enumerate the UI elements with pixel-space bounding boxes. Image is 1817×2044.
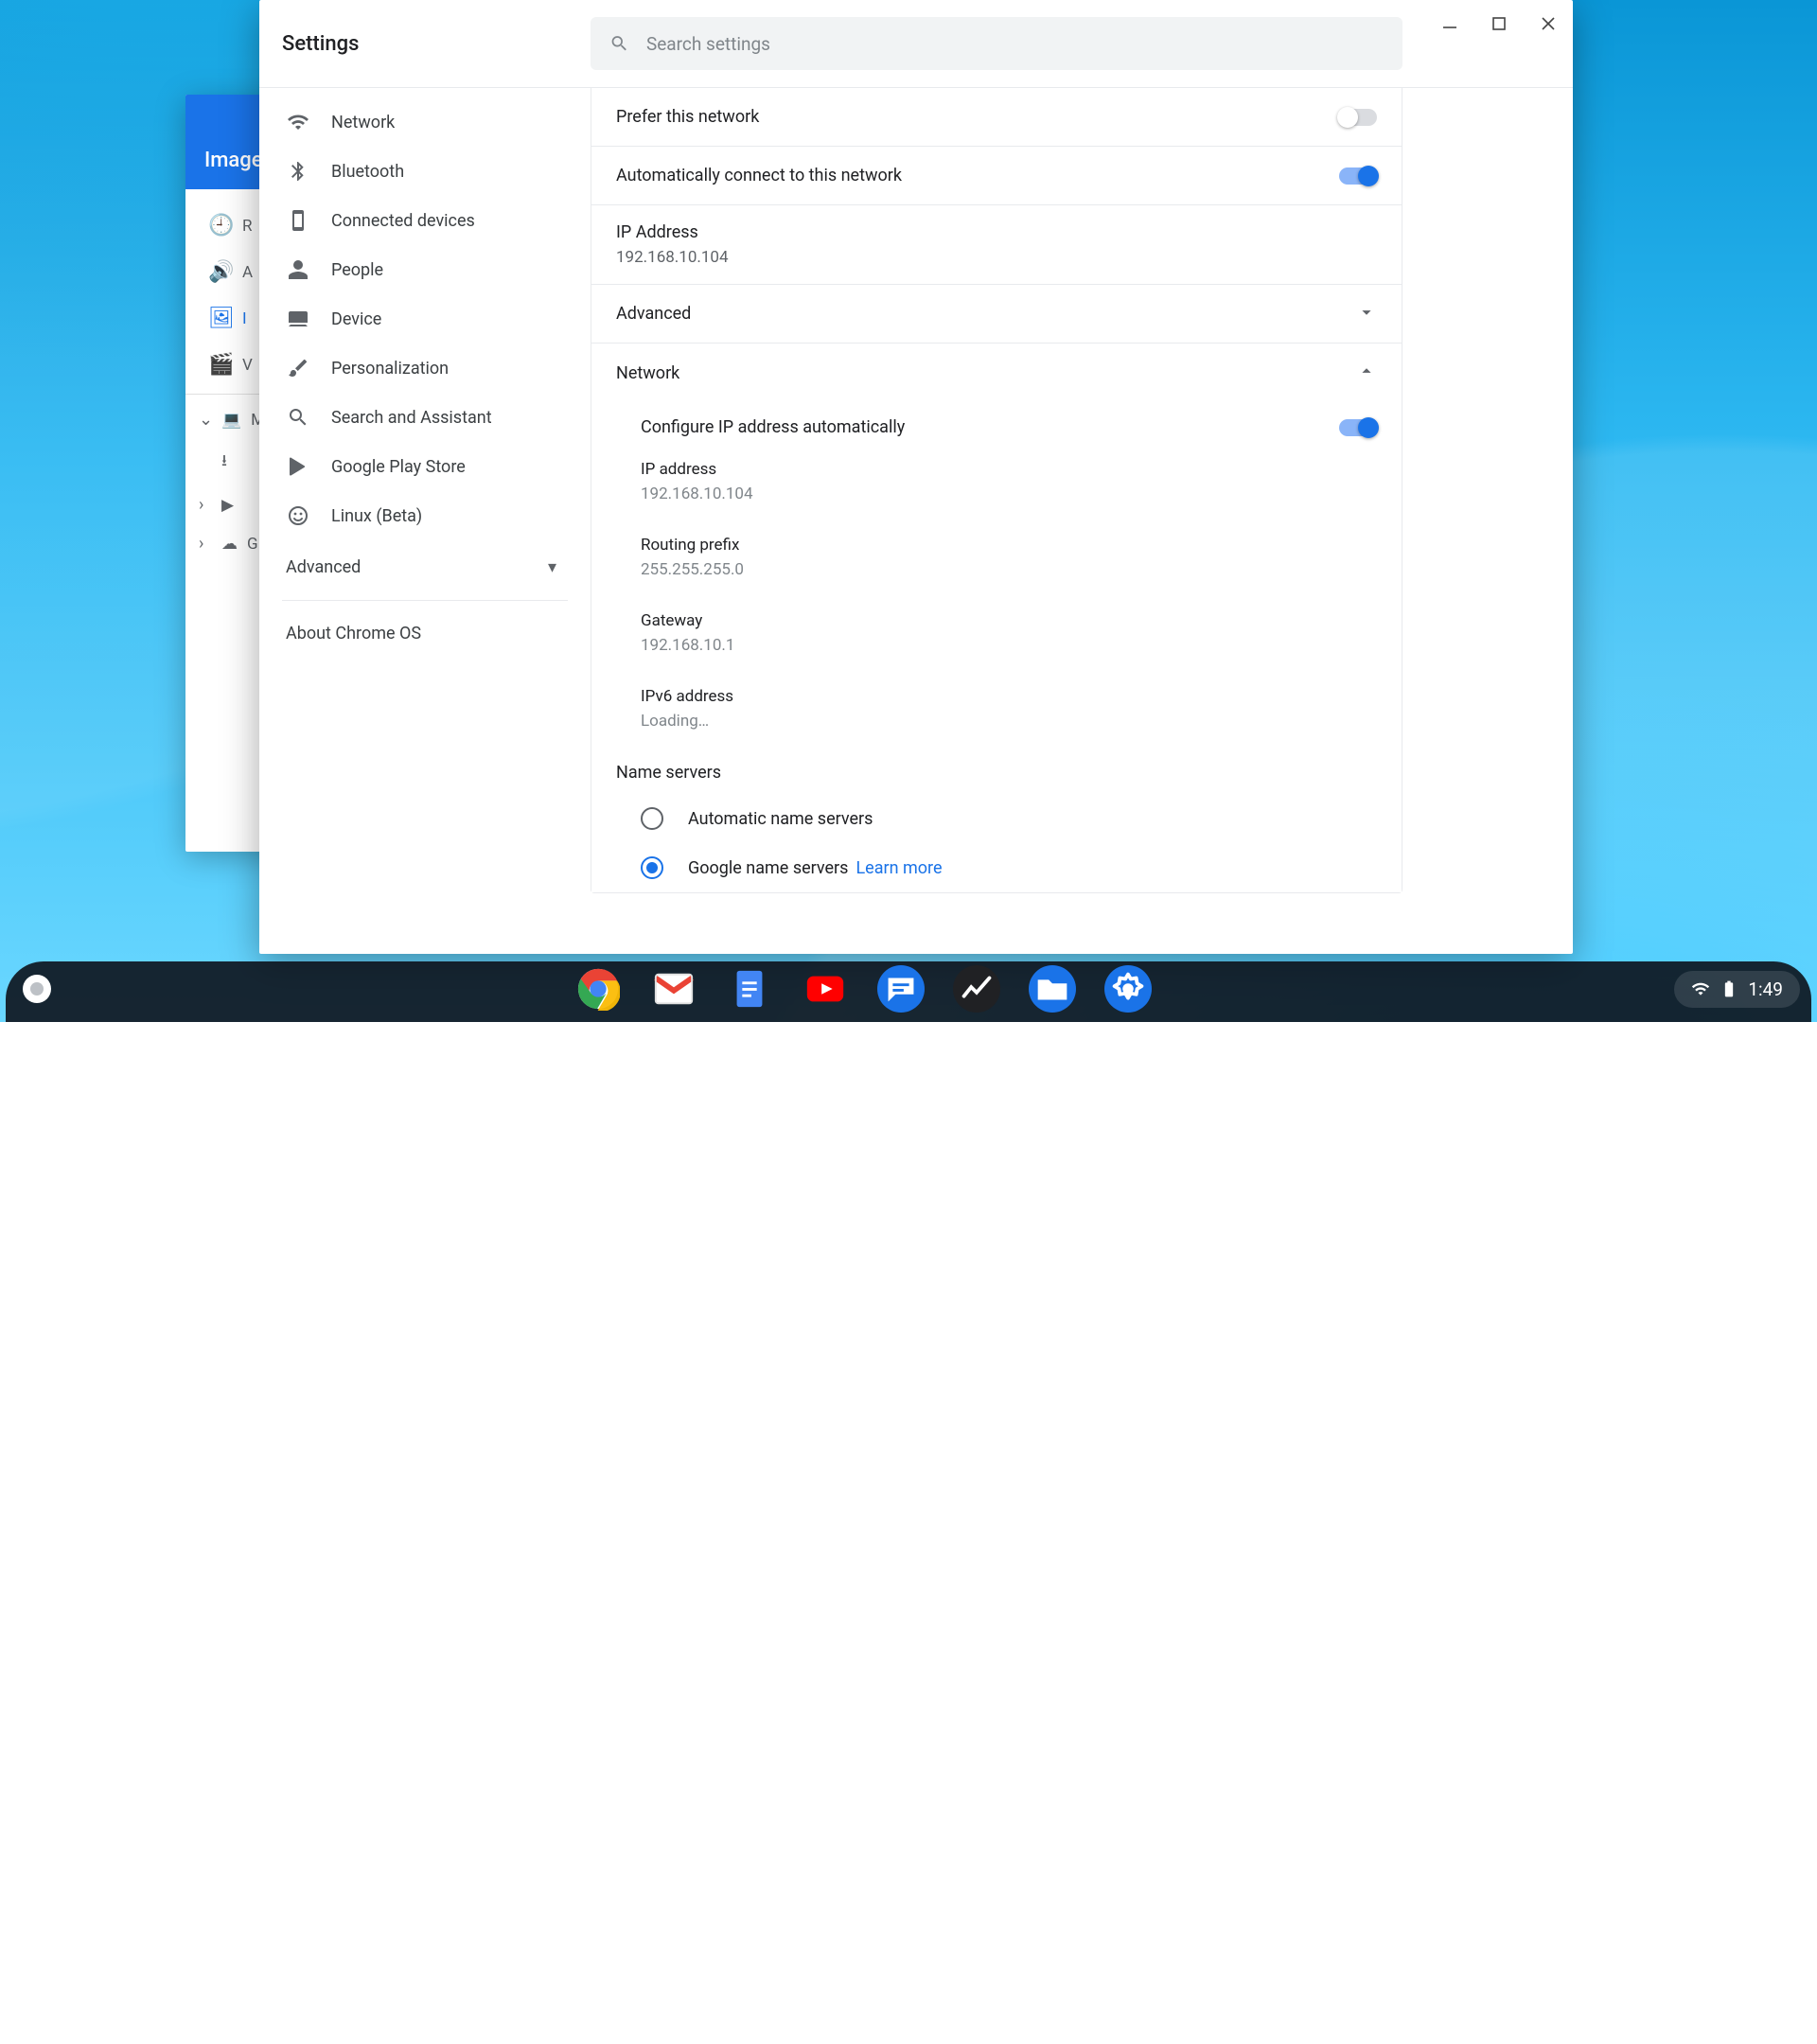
app-gmail[interactable] — [650, 965, 697, 1013]
bluetooth-icon — [286, 160, 310, 183]
drive-icon: ☁ — [221, 535, 238, 554]
search-field[interactable] — [591, 17, 1402, 70]
search-icon — [609, 33, 629, 54]
recent-icon: 🕘 — [208, 214, 229, 238]
wifi-icon — [1691, 979, 1710, 998]
sidebar-advanced[interactable]: Advanced▾ — [259, 540, 591, 594]
sidebar-item-label: Network — [331, 113, 395, 132]
files-item-label: A — [242, 263, 253, 282]
settings-window: Settings Network Bluetooth Connected dev… — [259, 0, 1573, 954]
kv-ipv6: IPv6 addressLoading… — [591, 679, 1402, 738]
minimize-button[interactable] — [1425, 0, 1474, 47]
person-icon — [286, 258, 310, 281]
chevron-right-icon: › — [199, 495, 212, 515]
learn-more-link[interactable]: Learn more — [856, 858, 942, 878]
sidebar-item-people[interactable]: People — [259, 245, 591, 294]
page-title: Settings — [282, 32, 591, 56]
network-subsection: Configure IP address automatically IP ad… — [591, 402, 1402, 892]
download-icon: ⭳ — [221, 449, 227, 476]
maximize-button[interactable] — [1474, 0, 1524, 47]
row-network-expander[interactable]: Network — [591, 344, 1402, 402]
battery-icon — [1720, 979, 1738, 998]
radio-icon — [641, 807, 663, 830]
clock: 1:49 — [1748, 978, 1783, 1000]
sidebar-item-bluetooth[interactable]: Bluetooth — [259, 147, 591, 196]
sidebar-item-label: Connected devices — [331, 211, 475, 231]
files-item-label: I — [242, 309, 247, 328]
row-prefer-network[interactable]: Prefer this network — [591, 88, 1402, 147]
audio-icon: 🔊 — [208, 260, 229, 284]
radio-google-nameservers[interactable]: Google name serversLearn more — [591, 843, 1402, 892]
sidebar-item-label: Google Play Store — [331, 457, 466, 477]
app-stocks[interactable] — [953, 965, 1000, 1013]
phone-icon — [286, 209, 310, 232]
kv-prefix: Routing prefix255.255.255.0 — [591, 528, 1402, 587]
name-servers-heading: Name servers — [591, 738, 1402, 794]
row-auto-connect[interactable]: Automatically connect to this network — [591, 147, 1402, 205]
video-icon: 🎬 — [208, 353, 229, 377]
chevron-down-icon: ⌄ — [199, 410, 212, 430]
sidebar-item-search[interactable]: Search and Assistant — [259, 393, 591, 442]
kv-ip: IP address192.168.10.104 — [591, 452, 1402, 511]
app-settings[interactable] — [1104, 965, 1152, 1013]
search-icon — [286, 406, 310, 429]
sidebar-about[interactable]: About Chrome OS — [259, 607, 591, 661]
row-configure-ip-auto[interactable]: Configure IP address automatically — [591, 402, 1402, 452]
app-files[interactable] — [1029, 965, 1076, 1013]
laptop-icon — [286, 308, 310, 330]
divider — [282, 600, 568, 601]
chevron-down-icon — [1356, 302, 1377, 326]
dropdown-icon: ▾ — [548, 557, 556, 577]
row-advanced-expander[interactable]: Advanced — [591, 285, 1402, 344]
play-icon — [286, 455, 310, 478]
laptop-icon: 💻 — [221, 411, 241, 430]
search-input[interactable] — [646, 33, 1384, 55]
chevron-right-icon: › — [199, 534, 212, 554]
settings-header: Settings — [259, 0, 1573, 88]
status-tray[interactable]: 1:49 — [1674, 971, 1800, 1008]
kv-gateway: Gateway192.168.10.1 — [591, 604, 1402, 662]
settings-content: Prefer this network Automatically connec… — [591, 88, 1573, 954]
sidebar-item-personalization[interactable]: Personalization — [259, 344, 591, 393]
sidebar-item-label: Personalization — [331, 359, 449, 379]
sidebar-item-play[interactable]: Google Play Store — [259, 442, 591, 491]
files-item-label: V — [242, 356, 253, 375]
brush-icon — [286, 357, 310, 379]
sidebar-item-network[interactable]: Network — [259, 97, 591, 147]
sidebar-item-label: Bluetooth — [331, 162, 404, 182]
image-icon: 🖼 — [208, 307, 229, 330]
sidebar-item-label: Search and Assistant — [331, 408, 492, 428]
app-docs[interactable] — [726, 965, 773, 1013]
launcher-button[interactable] — [23, 975, 51, 1003]
close-button[interactable] — [1524, 0, 1573, 47]
shelf: 1:49 — [0, 956, 1817, 1022]
app-youtube[interactable] — [802, 965, 849, 1013]
window-controls — [1425, 0, 1573, 47]
sidebar-item-label: People — [331, 260, 383, 280]
chevron-up-icon — [1356, 361, 1377, 385]
app-chrome[interactable] — [574, 965, 622, 1013]
sidebar-item-label: Linux (Beta) — [331, 506, 422, 526]
sidebar-item-device[interactable]: Device — [259, 294, 591, 344]
settings-sidebar: Network Bluetooth Connected devices Peop… — [259, 88, 591, 954]
linux-icon — [286, 504, 310, 527]
sidebar-item-linux[interactable]: Linux (Beta) — [259, 491, 591, 540]
toggle-prefer-network[interactable] — [1339, 109, 1377, 126]
row-ip-address: IP Address 192.168.10.104 — [591, 205, 1402, 285]
play-icon: ▶ — [221, 496, 234, 515]
wifi-icon — [286, 111, 310, 133]
app-messages[interactable] — [877, 965, 925, 1013]
sidebar-item-label: Device — [331, 309, 381, 329]
shelf-apps — [574, 965, 1152, 1013]
radio-icon — [641, 856, 663, 879]
toggle-configure-ip-auto[interactable] — [1339, 419, 1377, 436]
sidebar-item-connected[interactable]: Connected devices — [259, 196, 591, 245]
toggle-auto-connect[interactable] — [1339, 167, 1377, 185]
files-item-label: R — [242, 217, 252, 236]
radio-auto-nameservers[interactable]: Automatic name servers — [591, 794, 1402, 843]
